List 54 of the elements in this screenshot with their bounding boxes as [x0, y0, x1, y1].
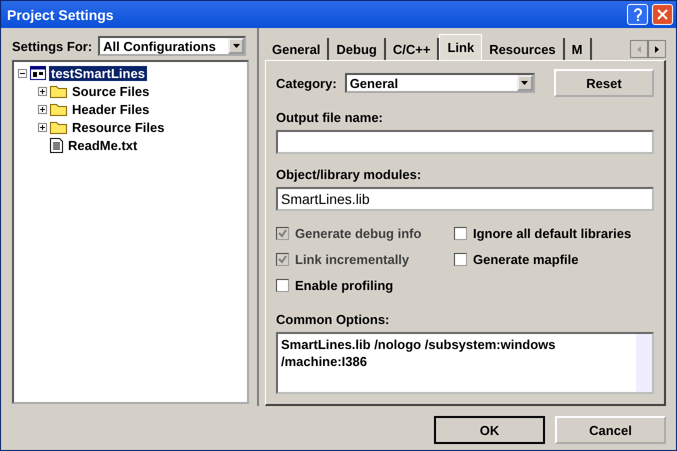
category-label: Category: — [276, 76, 337, 90]
reset-button[interactable]: Reset — [554, 69, 654, 97]
right-arrow-icon — [655, 46, 659, 52]
cancel-button[interactable]: Cancel — [555, 416, 666, 444]
output-file-label: Output file name: — [276, 110, 384, 125]
project-icon — [30, 66, 46, 80]
modules-label: Object/library modules: — [276, 167, 422, 182]
common-options-label: Common Options: — [276, 312, 390, 327]
tab[interactable]: Link — [439, 34, 482, 60]
collapse-toggle[interactable] — [18, 68, 27, 78]
checkbox-label: Generate mapfile — [473, 252, 578, 267]
plus-icon — [39, 88, 46, 94]
caret-icon — [232, 44, 240, 48]
left-arrow-icon — [637, 46, 641, 52]
tab[interactable]: Resources — [482, 38, 565, 60]
expand-toggle[interactable] — [38, 86, 47, 96]
tab[interactable]: M — [564, 38, 592, 60]
tab[interactable]: Debug — [329, 38, 386, 60]
checkbox[interactable] — [454, 253, 467, 266]
tree-item[interactable]: Header Files — [70, 102, 152, 116]
checkbox-label: Enable profiling — [295, 278, 394, 293]
help-icon — [632, 8, 642, 21]
expand-toggle[interactable] — [38, 122, 47, 132]
category-dropdown[interactable]: General — [344, 73, 535, 93]
close-button[interactable] — [652, 4, 673, 25]
window-title: Project Settings — [7, 6, 115, 22]
folder-icon — [50, 102, 67, 116]
checkbox[interactable] — [454, 227, 467, 240]
checkbox-label: Ignore all default libraries — [473, 226, 632, 241]
document-icon — [50, 138, 63, 152]
tree-item[interactable]: ReadMe.txt — [66, 138, 140, 152]
plus-icon — [39, 124, 46, 130]
tab[interactable]: General — [265, 38, 330, 60]
checkbox[interactable] — [276, 279, 289, 292]
checkbox-label: Generate debug info — [295, 226, 422, 241]
tree-item[interactable]: Source Files — [70, 84, 152, 98]
modules-field[interactable]: SmartLines.lib — [276, 187, 654, 211]
folder-icon — [50, 120, 67, 134]
scroll-right-button[interactable] — [648, 40, 666, 58]
common-options-field[interactable]: SmartLines.lib /nologo /subsystem:windows /machine:I386 — [276, 332, 654, 394]
caret-icon — [521, 81, 528, 85]
plus-icon — [39, 106, 46, 112]
configuration-dropdown[interactable]: All Configurations — [98, 36, 246, 56]
scrollbar[interactable] — [636, 334, 652, 392]
ok-button[interactable]: OK — [434, 416, 545, 444]
close-icon — [657, 9, 668, 20]
expand-toggle[interactable] — [38, 104, 47, 114]
checkbox-label: Link incrementally — [295, 252, 410, 267]
tree-item[interactable]: testSmartLines — [49, 66, 147, 80]
output-file-field[interactable] — [276, 130, 654, 154]
folder-icon — [50, 84, 67, 98]
tree-item[interactable]: Resource Files — [70, 120, 166, 134]
help-button[interactable] — [627, 4, 648, 25]
settings-for-label: Settings For: — [12, 38, 92, 54]
